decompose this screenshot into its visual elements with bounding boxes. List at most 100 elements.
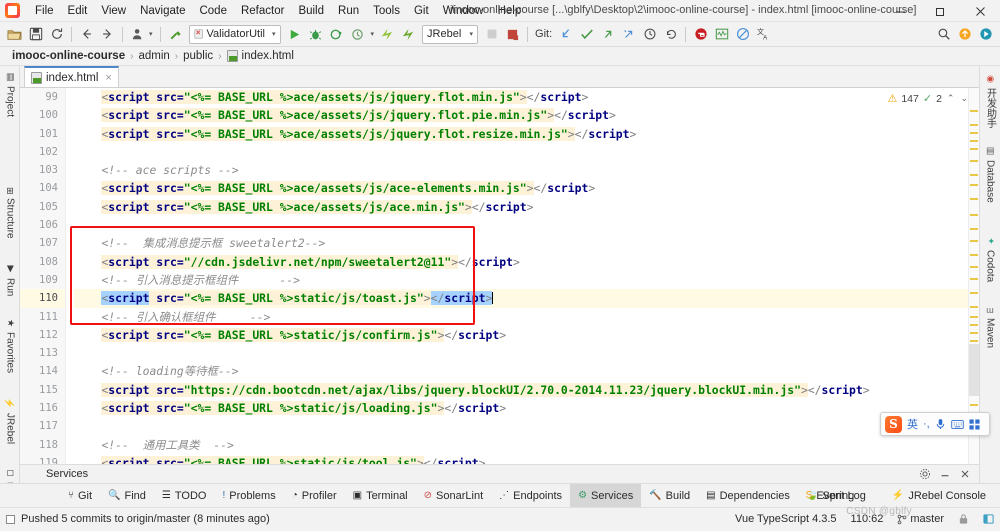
toolwindow-terminal[interactable]: ▣ Terminal <box>345 484 416 508</box>
search-everywhere-icon[interactable] <box>933 24 954 45</box>
inspection-marker[interactable] <box>970 148 978 150</box>
status-language[interactable]: Vue TypeScript 4.3.5 <box>735 513 837 525</box>
notification-icon[interactable] <box>975 24 996 45</box>
menu-git[interactable]: Git <box>407 3 436 19</box>
editor-marker-track[interactable] <box>968 88 980 464</box>
update-app-icon[interactable] <box>502 24 523 45</box>
left-tool-window-jrebel[interactable]: ⚡ JRebel <box>0 396 20 447</box>
breadcrumb-item-file[interactable]: index.html <box>238 50 298 62</box>
left-tool-window-run[interactable]: ▶ Run <box>0 262 20 299</box>
status-hide-icon[interactable] <box>983 513 994 525</box>
update-available-icon[interactable] <box>954 24 975 45</box>
line-number[interactable]: 114 <box>20 362 65 380</box>
close-tab-icon[interactable]: × <box>105 72 111 84</box>
toolwindow-git[interactable]: ⑂ Git <box>60 484 100 508</box>
inspection-marker[interactable] <box>970 266 978 268</box>
inspection-marker[interactable] <box>970 198 978 200</box>
services-minimize-icon[interactable] <box>939 468 951 480</box>
status-lock-icon[interactable] <box>958 513 969 525</box>
breadcrumb-item-public[interactable]: public <box>179 50 217 62</box>
block-icon[interactable] <box>732 24 753 45</box>
line-number[interactable]: 116 <box>20 399 65 417</box>
menu-run[interactable]: Run <box>331 3 366 19</box>
line-number[interactable]: 113 <box>20 344 65 362</box>
line-number[interactable]: 109 <box>20 271 65 289</box>
inspection-marker[interactable] <box>970 174 978 176</box>
monitor-icon[interactable] <box>711 24 732 45</box>
inspection-marker[interactable] <box>970 332 978 334</box>
toolwindow-dependencies[interactable]: ▤ Dependencies <box>698 484 798 508</box>
git-push-icon[interactable] <box>597 24 618 45</box>
right-tool-window-0[interactable]: ◉ 开发助手 <box>980 72 1000 131</box>
run-configuration-selector[interactable]: ValidatorUtil ▾ <box>188 24 281 44</box>
code-line[interactable]: <script src="<%= BASE_URL %>static/js/co… <box>74 326 968 344</box>
sogou-logo-icon[interactable]: S <box>885 415 902 433</box>
save-all-icon[interactable] <box>25 24 46 45</box>
git-history-icon[interactable] <box>639 24 660 45</box>
code-content[interactable]: <script src="<%= BASE_URL %>ace/assets/j… <box>66 88 968 464</box>
code-line[interactable]: <script src="<%= BASE_URL %>static/js/lo… <box>74 399 968 417</box>
ime-mic-icon[interactable] <box>935 418 946 430</box>
inspection-marker[interactable] <box>970 160 978 162</box>
translate-icon[interactable]: 文A <box>753 24 774 45</box>
toolwindow-event-log[interactable]: S Event Log <box>798 484 874 508</box>
inspection-marker[interactable] <box>970 140 978 142</box>
toolwindow-sonarlint[interactable]: ⊘ SonarLint <box>416 484 491 508</box>
back-icon[interactable] <box>76 24 97 45</box>
line-number[interactable]: 112 <box>20 326 65 344</box>
sogou-ime-toolbar[interactable]: S 英 ·, <box>880 412 990 436</box>
inspection-marker[interactable] <box>970 292 978 294</box>
line-number[interactable]: 104 <box>20 179 65 197</box>
debug-icon[interactable] <box>305 24 326 45</box>
user-icon[interactable] <box>127 24 148 45</box>
jrebel-debug-icon[interactable] <box>398 24 419 45</box>
right-tool-window-1[interactable]: ▥ Database <box>980 144 1000 206</box>
inspection-marker[interactable] <box>970 110 978 112</box>
build-hammer-icon[interactable] <box>165 24 186 45</box>
right-tool-window-3[interactable]: m Maven <box>980 304 1000 351</box>
line-number[interactable]: 106 <box>20 216 65 234</box>
menu-edit[interactable]: Edit <box>61 3 95 19</box>
toolwindow-find[interactable]: 🔍 Find <box>100 484 154 508</box>
code-line[interactable]: <!-- loading等待框--> <box>74 362 968 380</box>
inspection-marker[interactable] <box>970 240 978 242</box>
code-line[interactable]: <script src="<%= BASE_URL %>ace/assets/j… <box>74 179 968 197</box>
minimize-button[interactable] <box>880 0 920 22</box>
editor-tab-index-html[interactable]: index.html × <box>24 66 119 87</box>
menu-code[interactable]: Code <box>192 3 234 19</box>
line-number[interactable]: 115 <box>20 381 65 399</box>
code-line[interactable]: <!-- ace scripts --> <box>74 161 968 179</box>
code-line[interactable]: <!-- 通用工具类 --> <box>74 436 968 454</box>
line-number[interactable]: 117 <box>20 417 65 435</box>
inspection-marker[interactable] <box>970 184 978 186</box>
right-tool-window-2[interactable]: ✦ Codota <box>980 234 1000 285</box>
inspection-marker[interactable] <box>970 306 978 308</box>
code-line[interactable]: < script src="https://cdn.bootcdn.net/aja… <box>74 381 968 399</box>
line-number[interactable]: 99 <box>20 88 65 106</box>
toolwindow-problems[interactable]: ! Problems <box>214 484 283 508</box>
git-update-icon[interactable] <box>555 24 576 45</box>
code-line[interactable]: <!-- 集成消息提示框 sweetalert2--> <box>74 234 968 252</box>
inspection-marker[interactable] <box>970 316 978 318</box>
open-project-icon[interactable] <box>4 24 25 45</box>
jrebel-selector[interactable]: JRebel ▾ <box>422 24 479 44</box>
toolwindow-endpoints[interactable]: ⋰ Endpoints <box>491 484 570 508</box>
menu-build[interactable]: Build <box>291 3 331 19</box>
gitee-icon[interactable] <box>690 24 711 45</box>
status-branch[interactable]: master <box>910 513 944 525</box>
git-revert-icon[interactable] <box>660 24 681 45</box>
code-line[interactable]: < script src="<%= BASE_URL %>static/js/to… <box>74 454 968 464</box>
close-button[interactable] <box>960 0 1000 22</box>
toolwindow-todo[interactable]: ☰ TODO <box>154 484 215 508</box>
inspection-marker[interactable] <box>970 278 978 280</box>
inspection-marker[interactable] <box>970 228 978 230</box>
inspection-marker[interactable] <box>970 324 978 326</box>
code-line[interactable]: <script src="<%= BASE_URL %>ace/assets/j… <box>74 106 968 124</box>
code-line[interactable]: <script src="<%= BASE_URL %>ace/assets/j… <box>74 125 968 143</box>
line-number[interactable]: 105 <box>20 198 65 216</box>
breadcrumb-item-admin[interactable]: admin <box>134 50 173 62</box>
run-icon[interactable] <box>284 24 305 45</box>
ime-mode-label[interactable]: 英 <box>907 416 918 432</box>
run-with-coverage-icon[interactable] <box>326 24 347 45</box>
menu-file[interactable]: File <box>28 3 61 19</box>
